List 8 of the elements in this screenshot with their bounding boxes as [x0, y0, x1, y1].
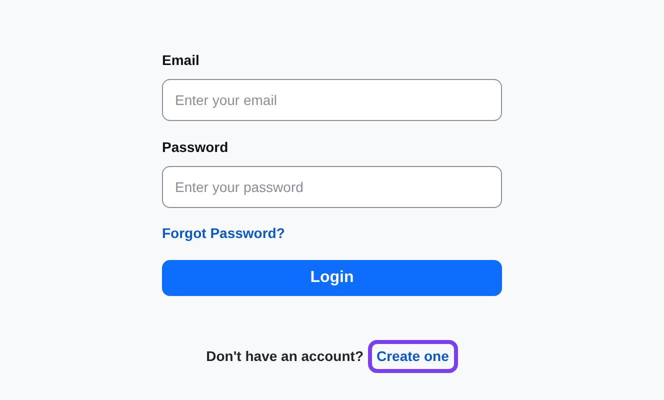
field-label: Email [162, 51, 200, 70]
field-label: Password [162, 138, 230, 157]
forgot-password-link[interactable]: Forgot Password? [162, 223, 285, 244]
create-account-link[interactable]: Create one [376, 348, 449, 364]
input-field[interactable]: Enter your email [162, 79, 502, 121]
input-field[interactable]: Enter your password [162, 166, 502, 208]
login-button[interactable]: Login [162, 260, 502, 296]
signup-prompt: Don't have an account? [206, 347, 364, 366]
